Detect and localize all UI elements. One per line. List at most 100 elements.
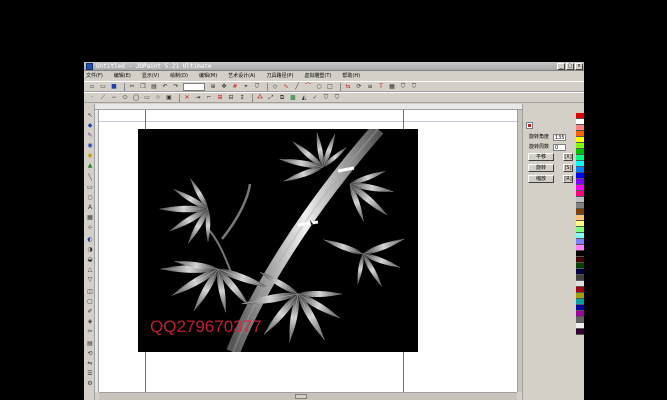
fill-tool-icon[interactable]: ◆ — [86, 152, 94, 159]
grid-tool-icon[interactable]: ▦ — [86, 214, 94, 221]
mirror-tool-icon[interactable]: ⇋ — [86, 360, 94, 367]
rotate-icon[interactable]: ⟳ — [355, 83, 363, 91]
layer-select[interactable] — [183, 82, 205, 91]
circle-icon[interactable]: ○ — [315, 83, 323, 91]
spline-icon[interactable]: ∽ — [110, 94, 118, 102]
select-tool-icon[interactable]: ↖ — [86, 112, 94, 119]
shield2-icon[interactable]: ⛉ — [399, 83, 407, 91]
brush-tool-icon[interactable]: ✐ — [86, 308, 94, 315]
curve-icon[interactable]: ∿ — [282, 83, 290, 91]
stamp-tool-icon[interactable]: ◫ — [86, 288, 94, 295]
text-tool-icon[interactable]: A — [86, 204, 94, 211]
circle-tool-icon[interactable]: ○ — [86, 194, 94, 201]
menu-art-design[interactable]: 艺术设计(A) — [228, 71, 255, 81]
node-icon[interactable]: ◇ — [271, 83, 279, 91]
cut-tool-icon[interactable]: ✂ — [86, 328, 94, 335]
break-icon[interactable]: ⊟ — [227, 94, 235, 102]
side-button-r[interactable]: [R] — [563, 175, 573, 183]
shape-tool-icon[interactable]: ▲ — [86, 162, 94, 169]
line-tool-icon[interactable]: ╲ — [86, 174, 94, 181]
mirror-icon[interactable]: ⇆ — [344, 83, 352, 91]
settings-tool-icon[interactable]: ⚙ — [86, 380, 94, 387]
layer-tool-icon[interactable]: ▤ — [86, 340, 94, 347]
zoom-icon[interactable]: ⊕ — [209, 83, 217, 91]
line-icon[interactable]: ╱ — [293, 83, 301, 91]
pen-tool-icon[interactable]: ✎ — [86, 132, 94, 139]
save-icon[interactable]: ■ — [110, 83, 118, 91]
shield3-icon[interactable]: ⛉ — [410, 83, 418, 91]
pan-icon[interactable]: ✥ — [220, 83, 228, 91]
grid-icon[interactable]: # — [231, 83, 239, 91]
text-icon[interactable]: T — [377, 83, 385, 91]
rotate-button[interactable]: 旋转 — [528, 164, 554, 172]
cut-icon[interactable]: ✂ — [128, 83, 136, 91]
measure-tool-icon[interactable]: ⊹ — [86, 224, 94, 231]
node-tool-icon[interactable]: ◆ — [86, 122, 94, 129]
horizontal-scrollbar[interactable] — [99, 392, 517, 400]
open-icon[interactable]: ▭ — [99, 83, 107, 91]
smooth-tool-icon[interactable]: ◒ — [86, 256, 94, 263]
scale-button[interactable]: 缩放 — [528, 175, 554, 183]
side-button-s[interactable]: [S] — [563, 164, 573, 172]
rect-tool-icon[interactable]: ▭ — [86, 184, 94, 191]
circle2-icon[interactable]: ◯ — [132, 94, 140, 102]
fillet-icon[interactable]: ⌐ — [205, 94, 213, 102]
point-icon[interactable]: · — [88, 94, 96, 102]
translate-button[interactable]: 平移 — [528, 153, 554, 161]
menu-virtual-sculpt[interactable]: 虚拟雕塑(T) — [304, 71, 331, 81]
offset-icon[interactable]: ⧉ — [278, 94, 286, 102]
maximize-button[interactable]: □ — [566, 63, 574, 70]
check-icon[interactable]: ✓ — [311, 94, 319, 102]
paste-icon[interactable]: ▤ — [150, 83, 158, 91]
redo-icon[interactable]: ↷ — [172, 83, 180, 91]
menu-help[interactable]: 帮助(H) — [342, 71, 360, 81]
menu-view[interactable]: 显示(V) — [142, 71, 159, 81]
align-icon[interactable]: ≡ — [366, 83, 374, 91]
sculpt-tool-icon[interactable]: ◑ — [86, 246, 94, 253]
panel-close-icon[interactable] — [526, 122, 533, 129]
align-tool-icon[interactable]: ☰ — [86, 370, 94, 377]
rotate-tool-icon[interactable]: ⟲ — [86, 350, 94, 357]
minimize-button[interactable]: _ — [557, 63, 565, 70]
color-swatch[interactable] — [576, 329, 584, 335]
menu-toolpath[interactable]: 刀具路径(P) — [266, 71, 293, 81]
lower-tool-icon[interactable]: ▽ — [86, 276, 94, 283]
array-icon[interactable]: ⁂ — [256, 94, 264, 102]
shield5-icon[interactable]: ⛉ — [333, 94, 341, 102]
menu-draw[interactable]: 绘制(D) — [170, 71, 188, 81]
relief-icon[interactable]: ◭ — [300, 94, 308, 102]
side-button-x[interactable]: [X] — [563, 153, 573, 161]
image-icon[interactable]: ▣ — [165, 94, 173, 102]
rect2-icon[interactable]: ▭ — [143, 94, 151, 102]
transform-icon[interactable]: ↕ — [238, 94, 246, 102]
copy-icon[interactable]: ❐ — [139, 83, 147, 91]
raise-tool-icon[interactable]: △ — [86, 266, 94, 273]
menu-edit[interactable]: 编辑(E) — [114, 71, 131, 81]
menu-modify[interactable]: 编辑(M) — [199, 71, 217, 81]
scale-icon[interactable]: ⤢ — [267, 94, 275, 102]
relief-tool-icon[interactable]: ◐ — [86, 236, 94, 243]
zoom-tool-icon[interactable]: ◉ — [86, 142, 94, 149]
app-icon[interactable] — [86, 63, 93, 70]
layer-icon[interactable]: ▦ — [388, 83, 396, 91]
extend-icon[interactable]: ⇥ — [194, 94, 202, 102]
rotation-angle-input[interactable]: 135.1 — [553, 134, 566, 141]
arc-icon[interactable]: ⌒ — [304, 83, 312, 91]
shield-icon[interactable]: ⛉ — [253, 83, 261, 91]
mesh-icon[interactable]: ▩ — [289, 94, 297, 102]
rotation-turns-input[interactable]: 0 — [553, 144, 566, 151]
blend-tool-icon[interactable]: ◈ — [86, 318, 94, 325]
menu-file[interactable]: 文件(F) — [86, 71, 103, 81]
join-icon[interactable]: ⊞ — [216, 94, 224, 102]
new-icon[interactable]: ▫ — [88, 83, 96, 91]
close-button[interactable]: × — [575, 63, 583, 70]
eraser-tool-icon[interactable]: ▢ — [86, 298, 94, 305]
trim-icon[interactable]: ✕ — [183, 94, 191, 102]
polyline-icon[interactable]: ⟋ — [99, 94, 107, 102]
ellipse-icon[interactable]: ⬭ — [121, 94, 129, 102]
drawing-canvas[interactable] — [99, 110, 517, 392]
star-icon[interactable]: ☆ — [154, 94, 162, 102]
undo-icon[interactable]: ↶ — [161, 83, 169, 91]
rect-icon[interactable]: □ — [326, 83, 334, 91]
snap-icon[interactable]: ⌖ — [242, 83, 250, 91]
